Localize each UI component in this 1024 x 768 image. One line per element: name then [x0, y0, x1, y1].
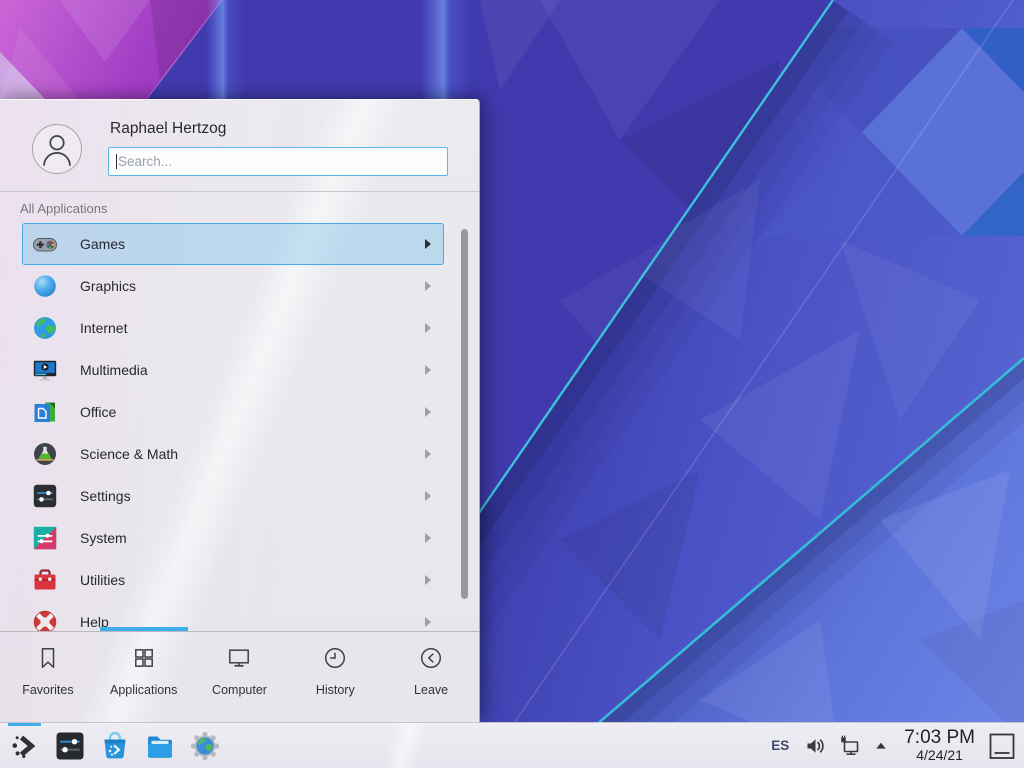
chevron-right-icon — [425, 533, 431, 543]
network-icon[interactable] — [838, 734, 862, 758]
taskbar-web-browser[interactable] — [189, 730, 221, 762]
show-desktop-icon — [989, 732, 1015, 760]
multimedia-icon — [31, 356, 59, 384]
category-label: Games — [80, 236, 425, 252]
dolphin-icon — [144, 730, 176, 762]
user-name: Raphael Hertzog — [110, 120, 226, 138]
discover-icon — [99, 730, 131, 762]
category-item-utilities[interactable]: Utilities — [22, 559, 444, 601]
chevron-right-icon — [425, 449, 431, 459]
category-item-system[interactable]: System — [22, 517, 444, 559]
chevron-right-icon — [425, 239, 431, 249]
category-label: Office — [80, 404, 425, 420]
category-item-science-math[interactable]: Science & Math — [22, 433, 444, 475]
tab-favorites[interactable]: Favorites — [0, 632, 96, 723]
clock-time: 7:03 PM — [904, 728, 975, 748]
user-avatar[interactable] — [32, 124, 82, 174]
category-item-settings[interactable]: Settings — [22, 475, 444, 517]
internet-icon — [31, 314, 59, 342]
taskbar-application-launcher[interactable] — [9, 730, 41, 762]
digital-clock[interactable]: 7:03 PM 4/24/21 — [904, 728, 975, 763]
favorites-icon — [35, 645, 61, 676]
category-label: Science & Math — [80, 446, 425, 462]
application-category-list: Games Graphics Internet Multimedia Office Sci… — [0, 219, 479, 631]
taskbar: ES 7:03 PM 4/24/21 — [0, 722, 1024, 768]
office-icon — [31, 398, 59, 426]
help-icon — [31, 608, 59, 631]
category-item-multimedia[interactable]: Multimedia — [22, 349, 444, 391]
system-settings-icon — [54, 730, 86, 762]
tab-label: Favorites — [22, 683, 73, 697]
clock-date: 4/24/21 — [904, 748, 975, 763]
expand-tray-caret-icon[interactable] — [874, 739, 888, 753]
history-icon — [322, 645, 348, 676]
keyboard-layout-indicator[interactable]: ES — [771, 738, 789, 753]
kickoff-icon — [9, 730, 41, 762]
taskbar-discover[interactable] — [99, 730, 131, 762]
active-tab-indicator — [100, 627, 188, 631]
tab-label: Applications — [110, 683, 177, 697]
category-item-help[interactable]: Help — [22, 601, 444, 631]
games-icon — [31, 230, 59, 258]
applications-icon — [131, 645, 157, 676]
chevron-right-icon — [425, 365, 431, 375]
category-item-internet[interactable]: Internet — [22, 307, 444, 349]
launcher-tab-bar: Favorites Applications Computer History Leav… — [0, 632, 479, 723]
volume-icon[interactable] — [804, 735, 826, 757]
tab-label: Leave — [414, 683, 448, 697]
search-input[interactable]: Search... — [108, 147, 448, 176]
system-tray: ES 7:03 PM 4/24/21 — [771, 728, 1015, 763]
graphics-icon — [31, 272, 59, 300]
category-label: Multimedia — [80, 362, 425, 378]
tab-computer[interactable]: Computer — [192, 632, 288, 723]
tab-leave[interactable]: Leave — [383, 632, 479, 723]
chevron-right-icon — [425, 617, 431, 627]
tab-history[interactable]: History — [287, 632, 383, 723]
user-icon — [33, 125, 81, 173]
settings-icon — [31, 482, 59, 510]
system-icon — [31, 524, 59, 552]
search-placeholder: Search... — [118, 154, 172, 169]
computer-icon — [226, 645, 252, 676]
category-item-graphics[interactable]: Graphics — [22, 265, 444, 307]
utilities-icon — [31, 566, 59, 594]
scrollbar[interactable] — [461, 229, 468, 627]
chevron-right-icon — [425, 323, 431, 333]
tab-label: Computer — [212, 683, 267, 697]
category-label: Graphics — [80, 278, 425, 294]
category-item-office[interactable]: Office — [22, 391, 444, 433]
category-label: Internet — [80, 320, 425, 336]
browser-icon — [189, 730, 221, 762]
chevron-right-icon — [425, 491, 431, 501]
taskbar-file-manager[interactable] — [144, 730, 176, 762]
chevron-right-icon — [425, 407, 431, 417]
chevron-right-icon — [425, 281, 431, 291]
science-icon — [31, 440, 59, 468]
text-cursor — [116, 154, 117, 169]
tab-applications[interactable]: Applications — [96, 632, 192, 723]
category-item-games[interactable]: Games — [22, 223, 444, 265]
section-label: All Applications — [20, 201, 107, 216]
tab-label: History — [316, 683, 355, 697]
taskbar-system-settings[interactable] — [54, 730, 86, 762]
chevron-right-icon — [425, 575, 431, 585]
scrollbar-thumb[interactable] — [461, 229, 468, 599]
show-desktop-button[interactable] — [989, 732, 1015, 760]
header-divider — [0, 191, 479, 192]
category-label: Utilities — [80, 572, 425, 588]
taskbar-pinned-apps — [9, 730, 234, 762]
category-label: System — [80, 530, 425, 546]
category-label: Settings — [80, 488, 425, 504]
application-launcher-menu: Raphael Hertzog Search... All Applicatio… — [0, 99, 480, 722]
leave-icon — [418, 645, 444, 676]
